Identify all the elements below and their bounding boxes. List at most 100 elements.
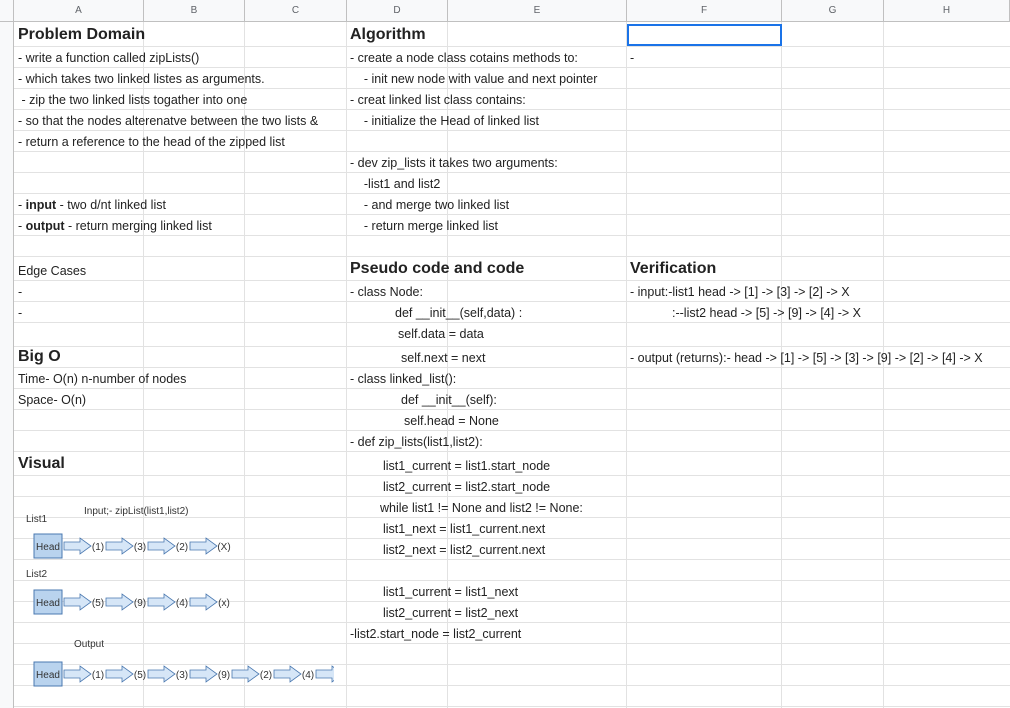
- algo-line-6: -list1 and list2: [350, 177, 441, 191]
- column-header-h[interactable]: H: [884, 0, 1010, 22]
- arrow-icon: [189, 665, 218, 683]
- row-gridline: [14, 256, 1010, 257]
- problem-line-4: - so that the nodes alterenatve between …: [18, 114, 319, 128]
- arrow-icon: [147, 593, 176, 611]
- edge-cases-heading: Edge Cases: [18, 264, 87, 278]
- row-gridline: [14, 346, 1010, 347]
- arrow-icon: [147, 537, 176, 555]
- output-label: output: [25, 219, 65, 233]
- select-all-corner[interactable]: [0, 0, 14, 22]
- visual-heading: Visual: [18, 455, 65, 472]
- code-line-5: - class linked_list():: [350, 372, 457, 386]
- row-gridline: [14, 280, 1010, 281]
- arrow-icon: [63, 593, 92, 611]
- node-label: (3): [176, 670, 188, 681]
- list1-diagram: Head (1) (3) (2) (X): [33, 533, 231, 559]
- problem-domain-heading: Problem Domain: [18, 26, 146, 43]
- output-line: - output - return merging linked list: [18, 219, 212, 233]
- algo-line-5: - dev zip_lists it takes two arguments:: [350, 156, 558, 170]
- column-gridline: [346, 22, 347, 708]
- input-caption: Input;- zipList(list1,list2): [84, 506, 188, 517]
- row-gridline: [14, 430, 1010, 431]
- visual-diagram: Input;- zipList(list1,list2) List1 List2…: [26, 506, 334, 687]
- space-complexity: Space- O(n): [18, 393, 87, 407]
- node-label: (4): [176, 598, 188, 609]
- code-line-2: def __init__(self,data) :: [395, 306, 523, 320]
- row-gridline: [14, 706, 1010, 707]
- arrow-icon: [105, 593, 134, 611]
- code-line-12: list1_next = list1_current.next: [383, 522, 546, 536]
- node-label: (X): [217, 542, 230, 553]
- algo-line-7: - and merge two linked list: [350, 198, 510, 212]
- list2-label: List2: [26, 569, 48, 580]
- column-header-g[interactable]: G: [782, 0, 884, 22]
- arrow-icon: [231, 665, 260, 683]
- edge-case-1: -: [18, 285, 23, 299]
- arrow-icon: [273, 665, 302, 683]
- selected-cell-f2[interactable]: [627, 24, 782, 46]
- arrow-icon: [105, 665, 134, 683]
- code-line-4: self.next = next: [401, 351, 486, 365]
- node-label: (9): [134, 598, 146, 609]
- arrow-icon: [105, 537, 134, 555]
- code-line-8: - def zip_lists(list1,list2):: [350, 435, 483, 449]
- column-header-d[interactable]: D: [347, 0, 448, 22]
- verification-input-1: - input:-list1 head -> [1] -> [3] -> [2]…: [630, 285, 850, 299]
- code-line-11: while list1 != None and list2 != None:: [380, 501, 583, 515]
- edge-case-2: -: [18, 306, 23, 320]
- time-complexity: Time- O(n) n-number of nodes: [18, 372, 187, 386]
- input-line: - input - two d/nt linked list: [18, 198, 166, 212]
- code-line-10: list2_current = list2.start_node: [383, 480, 551, 494]
- arrow-icon: [189, 593, 218, 611]
- output-text: - return merging linked list: [64, 219, 212, 233]
- column-header-b[interactable]: B: [144, 0, 245, 22]
- row-gridline: [14, 409, 1010, 410]
- arrow-icon: [63, 665, 92, 683]
- verification-output: - output (returns):- head -> [1] -> [5] …: [630, 351, 983, 365]
- row-gridline: [14, 301, 1010, 302]
- head-label: Head: [36, 542, 60, 553]
- node-label: (5): [92, 598, 104, 609]
- f2-dash: -: [630, 51, 635, 65]
- column-header-a[interactable]: A: [14, 0, 144, 22]
- big-o-heading: Big O: [18, 348, 61, 365]
- problem-line-3: - zip the two linked lists togather into…: [18, 93, 248, 107]
- algo-line-3: - creat linked list class contains:: [350, 93, 526, 107]
- node-label: (3): [134, 542, 146, 553]
- code-line-15: list2_current = list2_next: [383, 606, 519, 620]
- node-label: (1): [92, 542, 104, 553]
- arrow-icon: [63, 537, 92, 555]
- verification-heading: Verification: [630, 260, 717, 277]
- problem-line-1: - write a function called zipLists(): [18, 51, 200, 65]
- verification-input-2: :--list2 head -> [5] -> [9] -> [4] -> X: [672, 306, 861, 320]
- node-label: (2): [176, 542, 188, 553]
- code-line-14: list1_current = list1_next: [383, 585, 519, 599]
- problem-line-5: - return a reference to the head of the …: [18, 135, 285, 149]
- code-line-9: list1_current = list1.start_node: [383, 459, 551, 473]
- node-label: (4): [302, 670, 314, 681]
- list1-label: List1: [26, 514, 48, 525]
- code-line-7: self.head = None: [404, 414, 499, 428]
- algo-line-2: - init new node with value and next poin…: [350, 72, 598, 86]
- output-diagram: Head(1)(5)(3)(9)(2)(4)(x): [33, 661, 334, 687]
- code-line-13: list2_next = list2_current.next: [383, 543, 546, 557]
- arrow-icon: [147, 665, 176, 683]
- column-header-c[interactable]: C: [245, 0, 347, 22]
- code-line-3: self.data = data: [398, 327, 484, 341]
- algorithm-heading: Algorithm: [350, 26, 426, 43]
- list2-diagram: Head (5) (9) (4) (x): [33, 589, 230, 615]
- pseudo-code-heading: Pseudo code and code: [350, 260, 525, 277]
- arrow-icon: [315, 665, 334, 683]
- input-text: - two d/nt linked list: [56, 198, 166, 212]
- node-label: (5): [134, 670, 146, 681]
- node-label: (2): [260, 670, 272, 681]
- code-line-6: def __init__(self):: [401, 393, 497, 407]
- row-gridline: [14, 451, 1010, 452]
- column-header-f[interactable]: F: [627, 0, 782, 22]
- node-label: (1): [92, 670, 104, 681]
- row-gridline: [14, 46, 1010, 47]
- head-label: Head: [36, 670, 60, 681]
- row-gridline: [14, 193, 1010, 194]
- column-header-e[interactable]: E: [448, 0, 627, 22]
- algo-line-8: - return merge linked list: [350, 219, 498, 233]
